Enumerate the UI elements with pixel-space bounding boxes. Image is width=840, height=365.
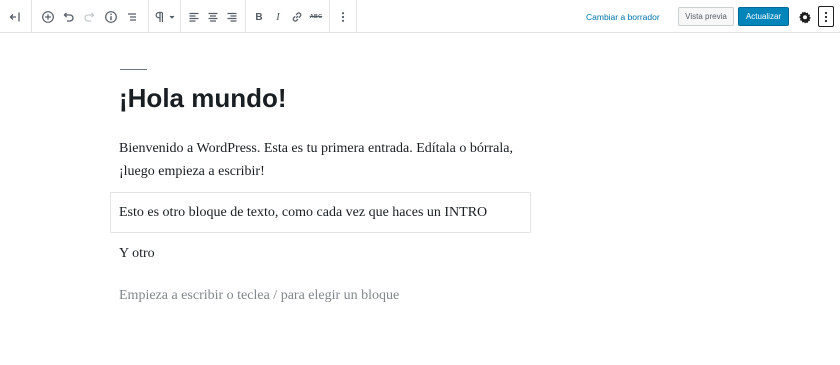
settings-icon (799, 11, 811, 24)
add-block-icon (42, 11, 54, 23)
toolbar-divider (245, 0, 246, 33)
toolbar-divider (31, 0, 32, 33)
update-button[interactable]: Actualizar (738, 7, 789, 26)
toolbar-divider (356, 0, 357, 33)
align-right-icon (227, 12, 237, 22)
toolbar-divider (148, 0, 149, 33)
redo-icon (84, 12, 95, 22)
undo-button[interactable] (58, 7, 78, 27)
link-button[interactable] (287, 7, 307, 27)
paragraph-icon (155, 11, 175, 22)
main-menu-icon (824, 11, 828, 22)
more-options-icon (341, 12, 345, 22)
editor-toolbar: B I ABC Cambiar a borrador Vista previa … (0, 0, 840, 33)
block-navigation-icon (128, 13, 136, 21)
post-title[interactable]: ¡Hola mundo! (119, 82, 287, 114)
settings-button[interactable] (795, 7, 815, 27)
toggle-sidebar-icon (9, 12, 20, 22)
strikethrough-icon: ABC (309, 14, 323, 20)
align-center-button[interactable] (203, 7, 223, 27)
bold-button[interactable]: B (249, 7, 269, 27)
italic-icon: I (276, 11, 280, 23)
toggle-sidebar-button[interactable] (5, 7, 25, 27)
block-navigation-button[interactable] (122, 7, 142, 27)
bold-icon: B (255, 11, 263, 23)
align-left-button[interactable] (184, 7, 204, 27)
align-left-icon (189, 12, 199, 22)
block-type-switcher[interactable] (152, 7, 178, 27)
main-menu-button[interactable] (818, 6, 834, 27)
switch-to-draft-button[interactable]: Cambiar a borrador (586, 7, 660, 27)
preview-button[interactable]: Vista previa (678, 7, 734, 26)
info-icon (105, 11, 117, 23)
title-separator (120, 69, 147, 70)
info-button[interactable] (101, 7, 121, 27)
toolbar-divider (329, 0, 330, 33)
paragraph-block[interactable]: Y otro (119, 242, 155, 265)
align-right-button[interactable] (222, 7, 242, 27)
more-options-button[interactable] (333, 7, 353, 27)
italic-button[interactable]: I (268, 7, 288, 27)
paragraph-block[interactable]: Bienvenido a WordPress. Esta es tu prime… (119, 137, 519, 183)
link-icon (292, 12, 302, 22)
paragraph-block[interactable]: Esto es otro bloque de texto, como cada … (119, 201, 487, 224)
strikethrough-button[interactable]: ABC (306, 7, 326, 27)
align-center-icon (208, 12, 218, 22)
toolbar-divider (180, 0, 181, 33)
undo-icon (63, 12, 74, 22)
new-block-placeholder[interactable]: Empieza a escribir o teclea / para elegi… (119, 284, 399, 307)
redo-button[interactable] (80, 7, 100, 27)
add-block-button[interactable] (38, 7, 58, 27)
